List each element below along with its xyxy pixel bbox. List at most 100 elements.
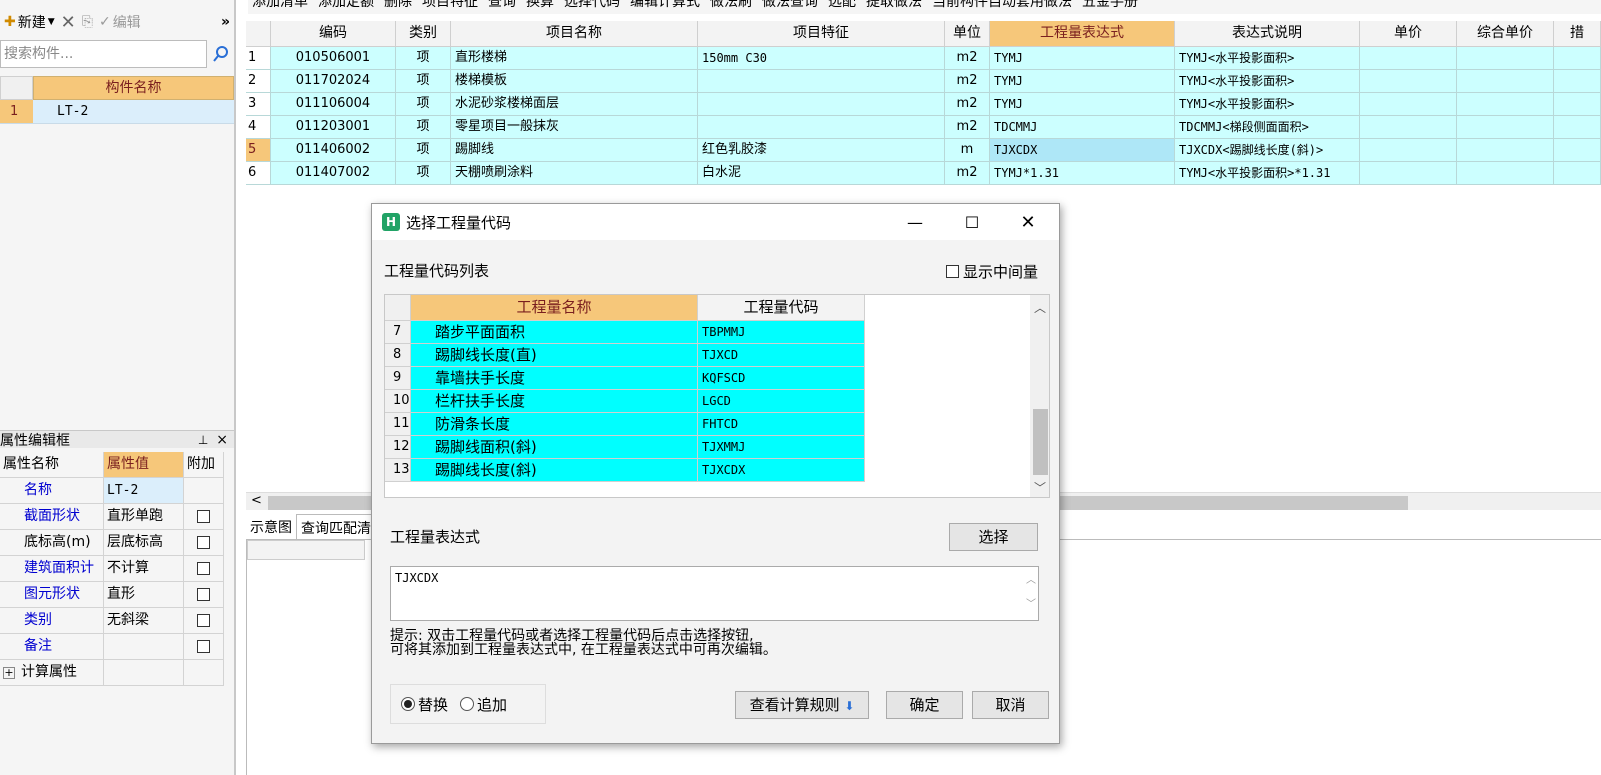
table-row[interactable]: 6 011407002 项 天棚喷刷涂料 白水泥 m2 TYMJ*1.31 TY… — [246, 162, 1601, 185]
delete-icon[interactable]: ✕ — [61, 12, 76, 33]
property-row[interactable]: 备注 — [0, 634, 224, 660]
dialog-title: 选择工程量代码 — [406, 213, 512, 232]
property-table-header: 属性名称 属性值 附加 — [0, 452, 224, 478]
table-row[interactable]: 2 011702024 项 楼梯模板 m2 TYMJ TYMJ<水平投影面积> — [246, 70, 1601, 93]
radio-unchecked[interactable] — [460, 697, 475, 711]
quantity-code-list: 工程量名称 工程量代码 7 踏步平面面积 TBPMMJ 8 踢脚线长度(直) T… — [384, 294, 1050, 498]
property-table: 属性名称 属性值 附加 名称 LT-2 截面形状 直形单跑 底标高(m) 层底标… — [0, 452, 224, 686]
dialog-titlebar: H 选择工程量代码 — ☐ ✕ — [372, 204, 1059, 240]
toolbar-add-quota[interactable]: 添加定额 — [318, 0, 374, 11]
ok-button[interactable]: 确定 — [886, 691, 963, 719]
table-row[interactable]: 4 011203001 项 零星项目一般抹灰 m2 TDCMMJ TDCMMJ<… — [246, 116, 1601, 139]
select-button[interactable]: 选择 — [949, 523, 1038, 551]
arrow-down-icon: ⬇ — [844, 699, 855, 713]
tab-query-match[interactable]: 查询匹配清 — [296, 514, 376, 539]
scroll-left-icon[interactable]: < — [251, 493, 262, 508]
table-row[interactable]: 3 011106004 项 水泥砂浆楼梯面层 m2 TYMJ TYMJ<水平投影… — [246, 93, 1601, 116]
toolbar-select-code[interactable]: 选择代码 — [564, 0, 620, 11]
component-search-input[interactable]: 搜索构件... — [0, 40, 207, 68]
append-radio[interactable]: 追加 — [460, 694, 507, 715]
property-group-row[interactable]: + 计算属性 — [0, 660, 224, 686]
expression-textarea[interactable]: TJXCDX ︿ ﹀ — [390, 566, 1039, 621]
search-icon — [213, 46, 228, 62]
toolbar-add-list[interactable]: 添加清单 — [252, 0, 308, 11]
expand-icon[interactable]: + — [3, 667, 15, 679]
toolbar-hardware-manual[interactable]: 五金手册 — [1082, 0, 1138, 11]
check-icon: ✓ — [98, 14, 111, 30]
list-grid: 编码 类别 项目名称 项目特征 单位 工程量表达式 表达式说明 单价 综合单价 … — [246, 21, 1601, 185]
toolbar-edit-formula[interactable]: 编辑计算式 — [630, 0, 700, 11]
toolbar-delete[interactable]: 删除 — [384, 0, 412, 11]
show-middle-checkbox[interactable]: 显示中间量 — [946, 261, 1038, 282]
code-list-label: 工程量代码列表 — [384, 262, 490, 280]
checkbox[interactable] — [946, 265, 959, 278]
list-item[interactable]: 12 踢脚线面积(斜) TJXMMJ — [385, 436, 1049, 459]
attach-checkbox[interactable] — [197, 588, 210, 601]
scroll-down-icon[interactable]: ﹀ — [1034, 479, 1046, 496]
mode-radio-group: 替换 追加 — [390, 684, 546, 724]
new-button[interactable]: ✚ 新建 ▼ — [4, 12, 55, 32]
attach-checkbox[interactable] — [197, 536, 210, 549]
attach-checkbox[interactable] — [197, 614, 210, 627]
dropdown-arrow-icon: ▼ — [47, 17, 55, 27]
expression-value: TJXCDX — [395, 571, 439, 585]
toolbar-extract-method[interactable]: 提取做法 — [866, 0, 922, 11]
code-list-header: 工程量名称 工程量代码 — [385, 295, 1049, 321]
attach-checkbox[interactable] — [197, 562, 210, 575]
edit-button[interactable]: ✓ 编辑 — [99, 12, 141, 32]
property-row[interactable]: 建筑面积计 不计算 — [0, 556, 224, 582]
toolbar-item-feature[interactable]: 项目特征 — [422, 0, 478, 11]
toolbar-auto-apply[interactable]: 当前构件自动套用做法 — [932, 0, 1072, 11]
copy-icon[interactable]: ⎘ — [82, 14, 93, 30]
view-rules-button[interactable]: 查看计算规则 ⬇ — [735, 691, 869, 719]
app-logo-icon: H — [382, 213, 400, 231]
cancel-button[interactable]: 取消 — [972, 691, 1049, 719]
component-panel: ✚ 新建 ▼ ✕ ⎘ ✓ 编辑 » 搜索构件... 构件名称 1 LT-2 属性… — [0, 0, 236, 775]
property-row[interactable]: 图元形状 直形 — [0, 582, 224, 608]
more-button[interactable]: » — [221, 14, 230, 30]
pin-icon[interactable]: ⊥ — [198, 433, 208, 447]
textarea-scrollbar[interactable]: ︿ ﹀ — [1026, 569, 1036, 617]
main-toolbar: 添加清单 添加定额 删除 项目特征 查询 换算 选择代码 编辑计算式 做法刷 做… — [248, 0, 1601, 14]
component-table: 构件名称 1 LT-2 — [0, 76, 234, 124]
property-row[interactable]: 底标高(m) 层底标高 — [0, 530, 224, 556]
attach-checkbox[interactable] — [197, 510, 210, 523]
tab-diagram[interactable]: 示意图 — [246, 514, 296, 539]
table-row-selected[interactable]: 5 011406002 项 踢脚线 红色乳胶漆 m TJXCDX TJXCDX<… — [246, 139, 1601, 162]
new-icon: ✚ — [4, 14, 16, 30]
component-toolbar: ✚ 新建 ▼ ✕ ⎘ ✓ 编辑 » — [0, 6, 236, 38]
close-icon[interactable]: × — [216, 432, 228, 448]
property-editor-header: 属性编辑框 ⊥ × — [0, 430, 234, 449]
property-row[interactable]: 名称 LT-2 — [0, 478, 224, 504]
list-item[interactable]: 9 靠墙扶手长度 KQFSCD — [385, 367, 1049, 390]
toolbar-query[interactable]: 查询 — [488, 0, 516, 11]
hint-text: 提示: 双击工程量代码或者选择工程量代码后点击选择按钮, 可将其添加到工程量表达… — [390, 628, 777, 658]
list-item[interactable]: 13 踢脚线长度(斜) TJXCDX — [385, 459, 1049, 482]
property-editor-title: 属性编辑框 — [0, 432, 70, 449]
toolbar-method-query[interactable]: 做法查询 — [762, 0, 818, 11]
toolbar-method-brush[interactable]: 做法刷 — [710, 0, 752, 11]
close-icon[interactable]: ✕ — [1018, 212, 1038, 233]
component-name-header[interactable]: 构件名称 — [33, 76, 234, 100]
scrollbar-thumb[interactable] — [1033, 409, 1048, 475]
list-item[interactable]: 7 踏步平面面积 TBPMMJ — [385, 321, 1049, 344]
toolbar-match[interactable]: 选配 — [828, 0, 856, 11]
maximize-icon[interactable]: ☐ — [962, 212, 982, 232]
property-row[interactable]: 截面形状 直形单跑 — [0, 504, 224, 530]
table-row[interactable]: 1 010506001 项 直形楼梯 150mm C30 m2 TYMJ TYM… — [246, 47, 1601, 70]
component-table-header: 构件名称 — [0, 76, 234, 100]
attach-checkbox[interactable] — [197, 640, 210, 653]
list-item[interactable]: 11 防滑条长度 FHTCD — [385, 413, 1049, 436]
property-row[interactable]: 类别 无斜梁 — [0, 608, 224, 634]
list-item[interactable]: 8 踢脚线长度(直) TJXCD — [385, 344, 1049, 367]
list-item[interactable]: 10 栏杆扶手长度 LGCD — [385, 390, 1049, 413]
toolbar-convert[interactable]: 换算 — [526, 0, 554, 11]
select-quantity-code-dialog: H 选择工程量代码 — ☐ ✕ 工程量代码列表 显示中间量 工程量名称 工程量代… — [371, 203, 1060, 744]
code-list-vertical-scrollbar[interactable]: ︿ ﹀ — [1030, 295, 1049, 497]
replace-radio[interactable]: 替换 — [401, 694, 448, 715]
radio-checked[interactable] — [401, 697, 415, 711]
search-button[interactable] — [208, 40, 234, 68]
component-row[interactable]: 1 LT-2 — [0, 100, 234, 124]
minimize-icon[interactable]: — — [905, 212, 925, 232]
scroll-up-icon[interactable]: ︿ — [1034, 299, 1046, 316]
